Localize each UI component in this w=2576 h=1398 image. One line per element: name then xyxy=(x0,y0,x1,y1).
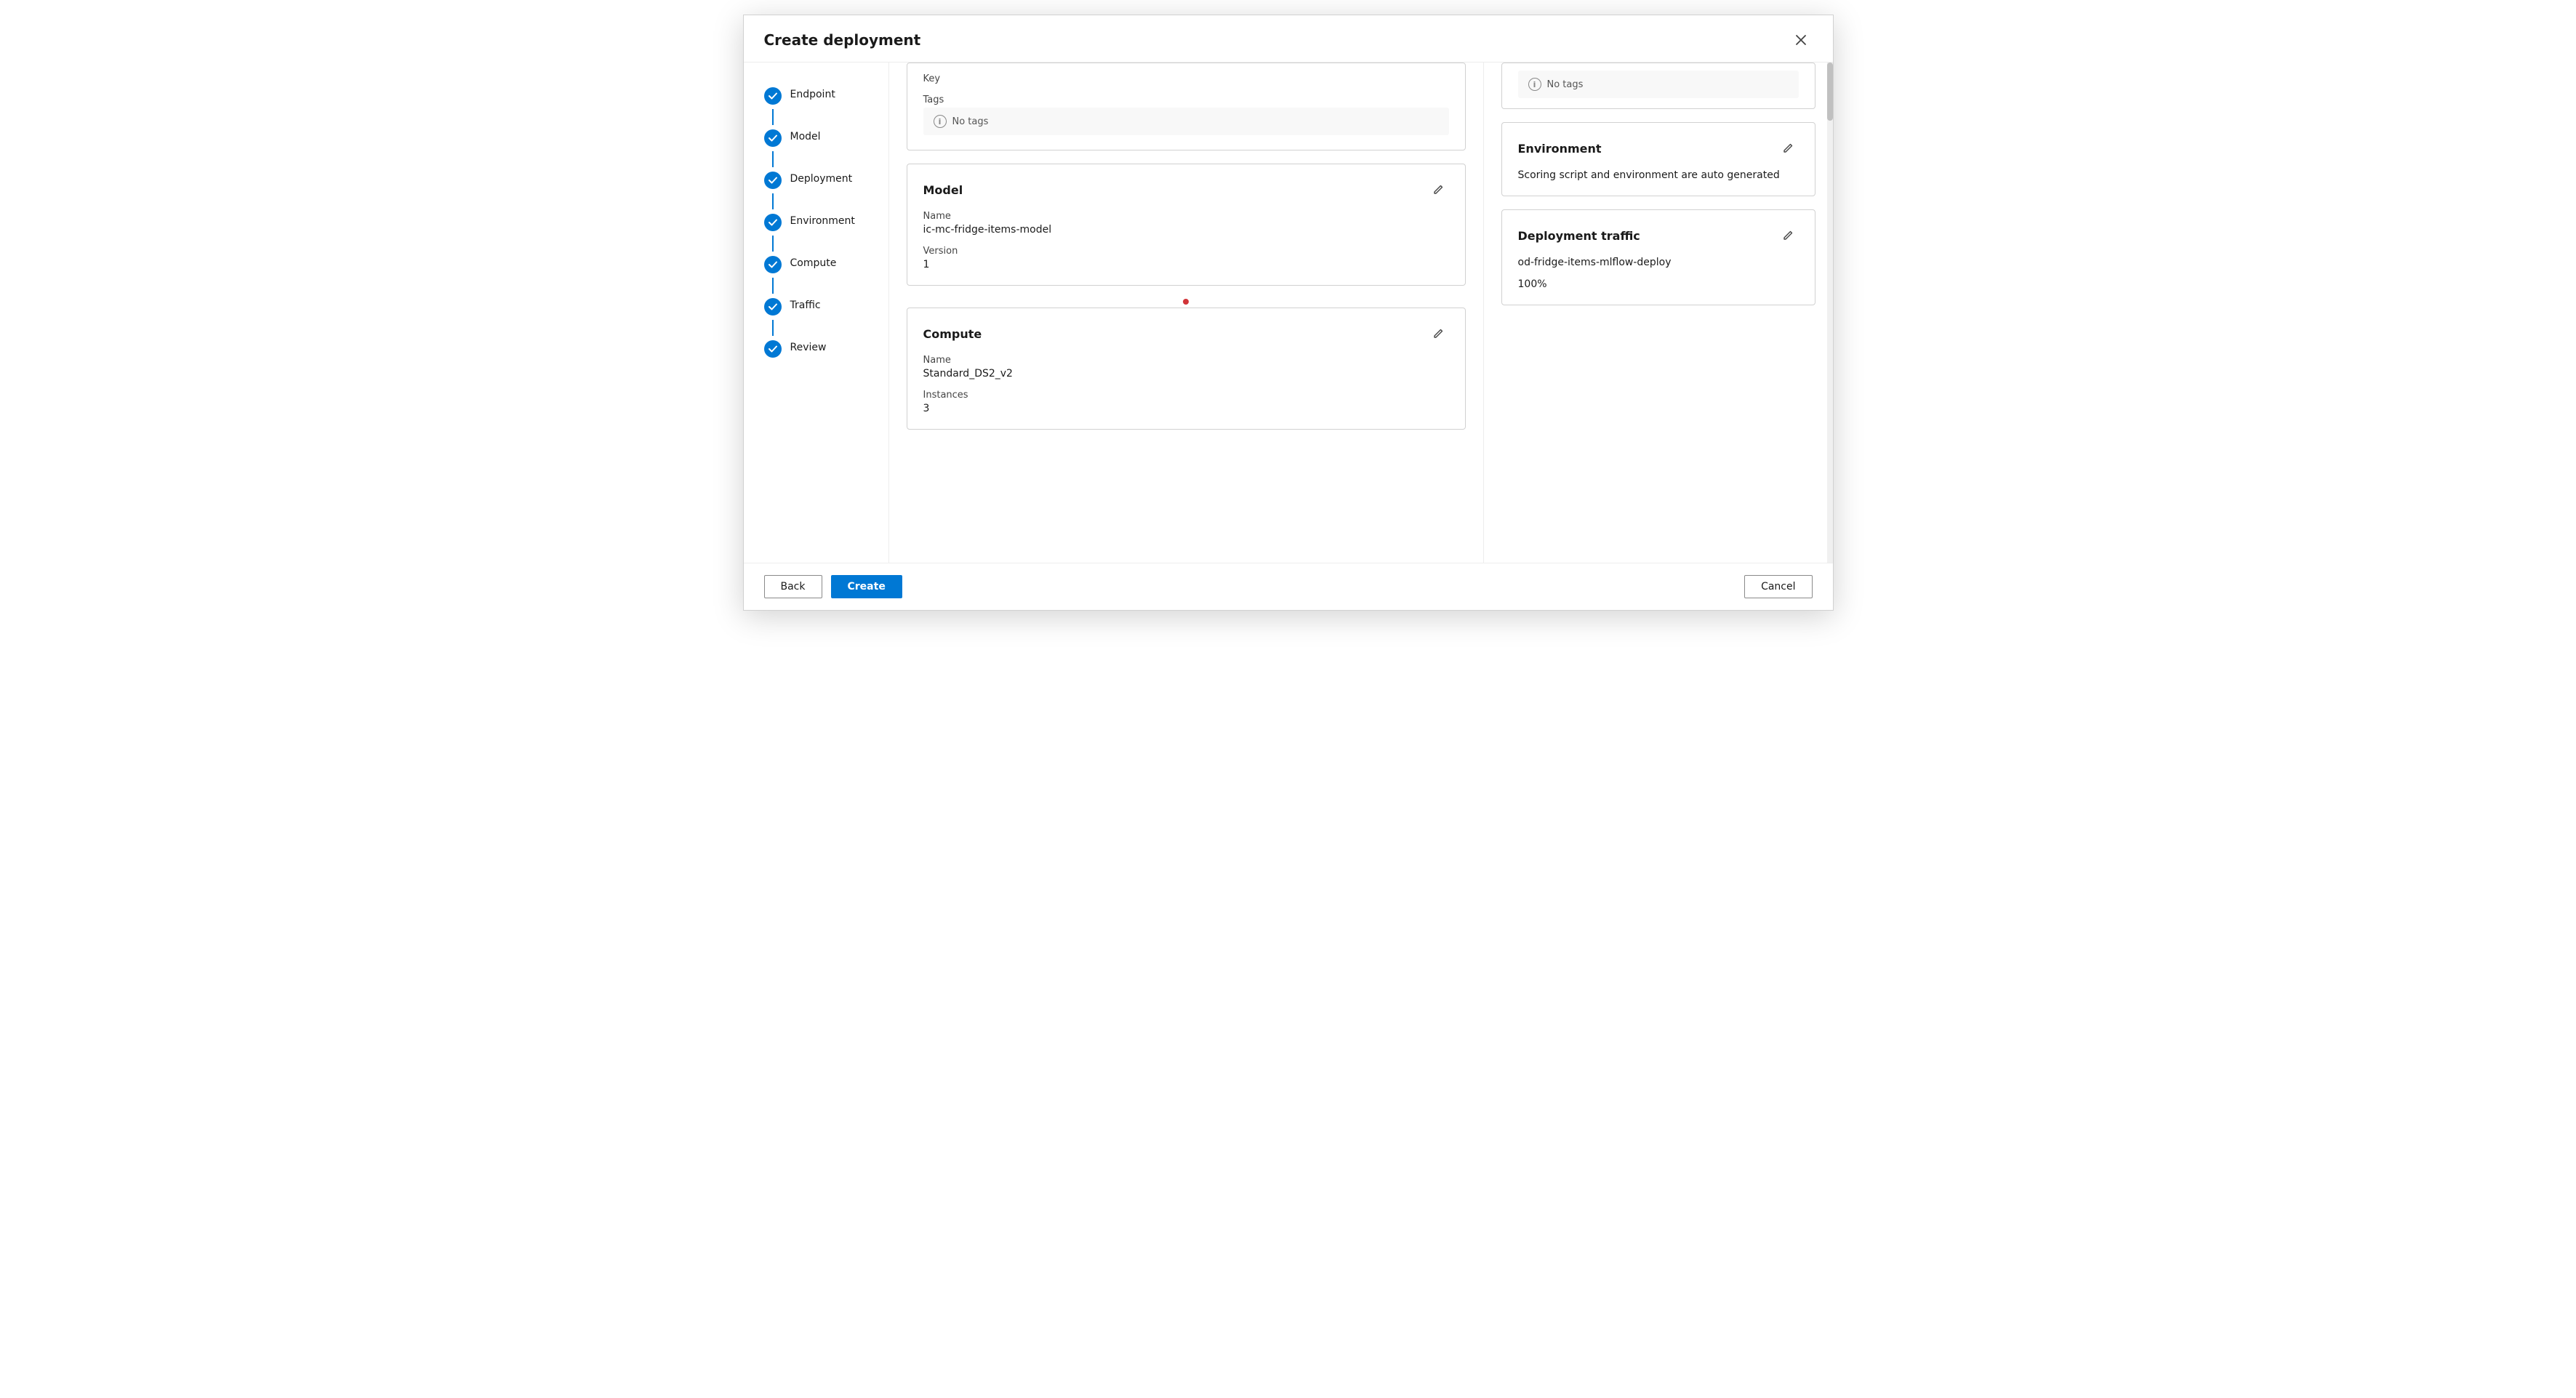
compute-instances-value: 3 xyxy=(923,403,1449,414)
red-dot xyxy=(1183,299,1189,305)
deployment-traffic-edit-button[interactable] xyxy=(1777,225,1799,246)
compute-instances-label: Instances xyxy=(923,390,1449,401)
sidebar-item-model[interactable]: Model xyxy=(764,125,888,151)
step-icon-traffic xyxy=(764,298,782,316)
step-icon-review xyxy=(764,340,782,358)
compute-card-header: Compute xyxy=(923,323,1449,345)
tags-label: Tags xyxy=(923,95,1449,105)
sidebar-item-endpoint[interactable]: Endpoint xyxy=(764,83,888,109)
dialog-header: Create deployment xyxy=(744,15,1833,63)
environment-card-title: Environment xyxy=(1518,142,1602,156)
compute-edit-button[interactable] xyxy=(1427,323,1449,345)
sidebar-item-label-deployment: Deployment xyxy=(790,172,853,185)
footer-left-buttons: Back Create xyxy=(764,575,902,598)
step-connector-5 xyxy=(772,278,774,294)
dialog-footer: Back Create Cancel xyxy=(744,563,1833,610)
step-icon-model xyxy=(764,129,782,147)
create-deployment-dialog: Create deployment Endpoint xyxy=(743,15,1834,611)
red-dot-separator xyxy=(907,299,1466,305)
right-panel: i No tags Environment Scoring sc xyxy=(1484,63,1833,563)
endpoint-card-partial: Key Tags i No tags xyxy=(907,63,1466,150)
deployment-traffic-card-header: Deployment traffic xyxy=(1518,225,1799,246)
sidebar-item-label-model: Model xyxy=(790,129,821,142)
main-content: Key Tags i No tags Model xyxy=(889,63,1833,563)
info-icon-left: i xyxy=(934,115,947,128)
environment-card-header: Environment xyxy=(1518,137,1799,159)
environment-card: Environment Scoring script and environme… xyxy=(1501,122,1815,196)
right-panel-scrollbar[interactable] xyxy=(1827,63,1833,563)
model-card-header: Model xyxy=(923,179,1449,201)
tags-area-left: i No tags xyxy=(923,108,1449,135)
compute-name-value: Standard_DS2_v2 xyxy=(923,368,1449,379)
model-version-label: Version xyxy=(923,246,1449,257)
sidebar-item-compute[interactable]: Compute xyxy=(764,252,888,278)
dialog-body: Endpoint Model Deplo xyxy=(744,63,1833,563)
back-button[interactable]: Back xyxy=(764,575,822,598)
sidebar-item-review[interactable]: Review xyxy=(764,336,888,362)
step-connector-2 xyxy=(772,151,774,167)
sidebar-item-deployment[interactable]: Deployment xyxy=(764,167,888,193)
sidebar-item-label-review: Review xyxy=(790,340,827,353)
compute-card-title: Compute xyxy=(923,327,982,341)
step-connector-3 xyxy=(772,193,774,209)
sidebar: Endpoint Model Deplo xyxy=(744,63,889,563)
compute-card: Compute Name Standard_DS2_v2 Instances 3 xyxy=(907,308,1466,430)
step-icon-compute xyxy=(764,256,782,273)
sidebar-item-traffic[interactable]: Traffic xyxy=(764,294,888,320)
dialog-title: Create deployment xyxy=(764,31,921,49)
info-icon-right: i xyxy=(1528,78,1541,91)
right-partial-card: i No tags xyxy=(1501,63,1815,109)
compute-name-label: Name xyxy=(923,355,1449,366)
model-edit-button[interactable] xyxy=(1427,179,1449,201)
sidebar-item-label-environment: Environment xyxy=(790,214,855,227)
left-panel: Key Tags i No tags Model xyxy=(889,63,1484,563)
step-icon-deployment xyxy=(764,172,782,189)
tags-area-right: i No tags xyxy=(1518,71,1799,98)
cancel-button[interactable]: Cancel xyxy=(1744,575,1812,598)
step-connector-1 xyxy=(772,109,774,125)
model-version-value: 1 xyxy=(923,259,1449,270)
no-tags-text-right: No tags xyxy=(1547,79,1584,90)
model-card-title: Model xyxy=(923,183,963,197)
traffic-value: 100% xyxy=(1518,278,1799,290)
sidebar-item-label-compute: Compute xyxy=(790,256,837,269)
model-name-label: Name xyxy=(923,211,1449,222)
sidebar-item-environment[interactable]: Environment xyxy=(764,209,888,236)
close-button[interactable] xyxy=(1789,28,1813,52)
step-connector-4 xyxy=(772,236,774,252)
key-label: Key xyxy=(923,73,1449,84)
environment-description: Scoring script and environment are auto … xyxy=(1518,169,1799,181)
step-icon-environment xyxy=(764,214,782,231)
step-connector-6 xyxy=(772,320,774,336)
deployment-name-value: od-fridge-items-mlflow-deploy xyxy=(1518,257,1799,268)
sidebar-item-label-endpoint: Endpoint xyxy=(790,87,835,100)
model-name-value: ic-mc-fridge-items-model xyxy=(923,224,1449,236)
no-tags-text-left: No tags xyxy=(952,116,989,127)
model-card: Model Name ic-mc-fridge-items-model Vers… xyxy=(907,164,1466,286)
sidebar-item-label-traffic: Traffic xyxy=(790,298,821,311)
deployment-traffic-card: Deployment traffic od-fridge-items-mlflo… xyxy=(1501,209,1815,305)
scroll-thumb xyxy=(1827,63,1833,121)
create-button[interactable]: Create xyxy=(831,575,902,598)
step-icon-endpoint xyxy=(764,87,782,105)
environment-edit-button[interactable] xyxy=(1777,137,1799,159)
deployment-traffic-card-title: Deployment traffic xyxy=(1518,229,1640,243)
